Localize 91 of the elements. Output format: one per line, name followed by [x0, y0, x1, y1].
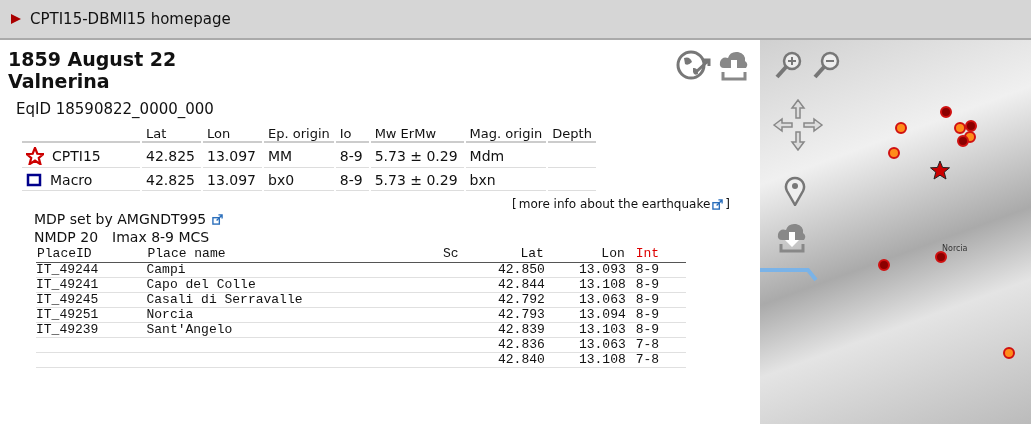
table-cell: 5.73 ± 0.29: [370, 145, 464, 168]
nmdp-text: NMDP 20: [34, 229, 99, 245]
table-cell: IT_49244: [36, 262, 99, 277]
table-cell: bx0: [264, 170, 334, 191]
intensity-dot[interactable]: [895, 122, 907, 134]
star-icon: [26, 147, 44, 165]
table-cell: 42.839: [498, 322, 545, 337]
external-link-icon[interactable]: [212, 213, 224, 225]
table-cell: CPTI15: [22, 145, 140, 168]
table-cell: Norcia: [146, 307, 194, 322]
table-cell: bxn: [465, 170, 547, 191]
table-cell: Campi: [146, 262, 186, 277]
table-cell: 5.73 ± 0.29: [370, 170, 464, 191]
column-header: Io: [335, 126, 369, 143]
table-cell: Sant'Angelo: [146, 322, 233, 337]
table-cell: 8-9: [635, 262, 660, 277]
zoom-in-icon[interactable]: [774, 50, 804, 80]
square-icon: [26, 172, 42, 188]
column-header: Mag. origin: [465, 126, 547, 143]
table-cell: 7-8: [635, 352, 660, 367]
eqid-text: EqID 18590822_0000_000: [16, 100, 215, 118]
table-cell: 13.097: [203, 145, 262, 168]
intensity-dot[interactable]: [878, 259, 890, 271]
event-date: 1859 August 22: [8, 48, 177, 70]
mdp-set-text: MDP set by AMGNDT995: [34, 211, 207, 227]
column-header: Place name: [146, 245, 442, 263]
table-cell: 42.850: [498, 262, 545, 277]
table-cell: 7-8: [635, 337, 660, 352]
pan-arrows-icon[interactable]: [772, 98, 824, 152]
globe-arrow-icon[interactable]: [676, 48, 712, 82]
table-cell: IT_49241: [36, 277, 99, 292]
imax-text: Imax 8-9 MCS: [112, 229, 210, 245]
table-cell: 8-9: [335, 145, 369, 168]
table-cell: 13.097: [203, 170, 262, 191]
triangle-icon: [10, 13, 22, 25]
table-cell: Casali di Serravalle: [146, 292, 303, 307]
table-cell: 42.793: [498, 307, 545, 322]
table-cell: 42.825: [142, 170, 201, 191]
external-link-icon[interactable]: [712, 198, 724, 210]
table-cell: MM: [264, 145, 334, 168]
column-header: Lat: [473, 245, 545, 263]
zoom-out-icon[interactable]: [812, 50, 842, 80]
star-icon[interactable]: [930, 160, 950, 180]
column-header: Lat: [142, 126, 201, 143]
table-cell: 8-9: [635, 277, 660, 292]
table-cell: 42.836: [498, 337, 545, 352]
column-header: Int: [625, 245, 686, 263]
table-cell: Macro: [22, 170, 140, 191]
table-cell: Mdm: [465, 145, 547, 168]
table-cell: 13.103: [578, 322, 626, 337]
more-info-link[interactable]: more info about the earthquake: [518, 197, 711, 211]
table-cell: IT_49251: [36, 307, 99, 322]
table-cell: IT_49245: [36, 292, 99, 307]
table-cell: 13.063: [578, 292, 626, 307]
intensity-dot[interactable]: [964, 131, 976, 143]
table-cell: 13.093: [578, 262, 626, 277]
intensity-dot[interactable]: [954, 122, 966, 134]
intensity-dot[interactable]: [935, 251, 947, 263]
table-cell: 13.094: [578, 307, 626, 322]
bracket-text: ]: [725, 197, 730, 211]
column-header: Mw ErMw: [370, 126, 464, 143]
table-cell: 8-9: [635, 307, 660, 322]
column-header: Ep. origin: [264, 126, 334, 143]
location-pin-icon[interactable]: [784, 176, 806, 206]
column-header: Depth: [548, 126, 596, 143]
event-area: Valnerina: [8, 70, 177, 92]
place-label: Norcia: [942, 244, 968, 253]
intensity-dot[interactable]: [965, 120, 977, 132]
table-cell: 42.840: [498, 352, 545, 367]
intensity-dot[interactable]: [940, 106, 952, 118]
column-header: Sc: [442, 245, 474, 263]
window-title: CPTI15-DBMI15 homepage: [30, 10, 231, 28]
table-cell: IT_49239: [36, 322, 99, 337]
relief-map[interactable]: Norcia: [760, 40, 1031, 424]
table-cell: 13.108: [578, 277, 626, 292]
column-header: Lon: [544, 245, 626, 263]
table-cell: 42.825: [142, 145, 201, 168]
table-cell: 8-9: [635, 292, 660, 307]
table-cell: 42.792: [498, 292, 545, 307]
table-cell: 8-9: [335, 170, 369, 191]
table-cell: 13.108: [578, 352, 626, 367]
bracket-text: [: [512, 197, 517, 211]
column-header: PlaceID: [36, 245, 147, 263]
intensity-dot[interactable]: [1003, 347, 1015, 359]
table-cell: 13.063: [578, 337, 626, 352]
table-cell: 8-9: [635, 322, 660, 337]
column-header: Lon: [203, 126, 262, 143]
intensity-dot[interactable]: [957, 135, 969, 147]
intensity-dot[interactable]: [888, 147, 900, 159]
table-cell: Capo del Colle: [146, 277, 256, 292]
table-cell: 42.844: [498, 277, 545, 292]
